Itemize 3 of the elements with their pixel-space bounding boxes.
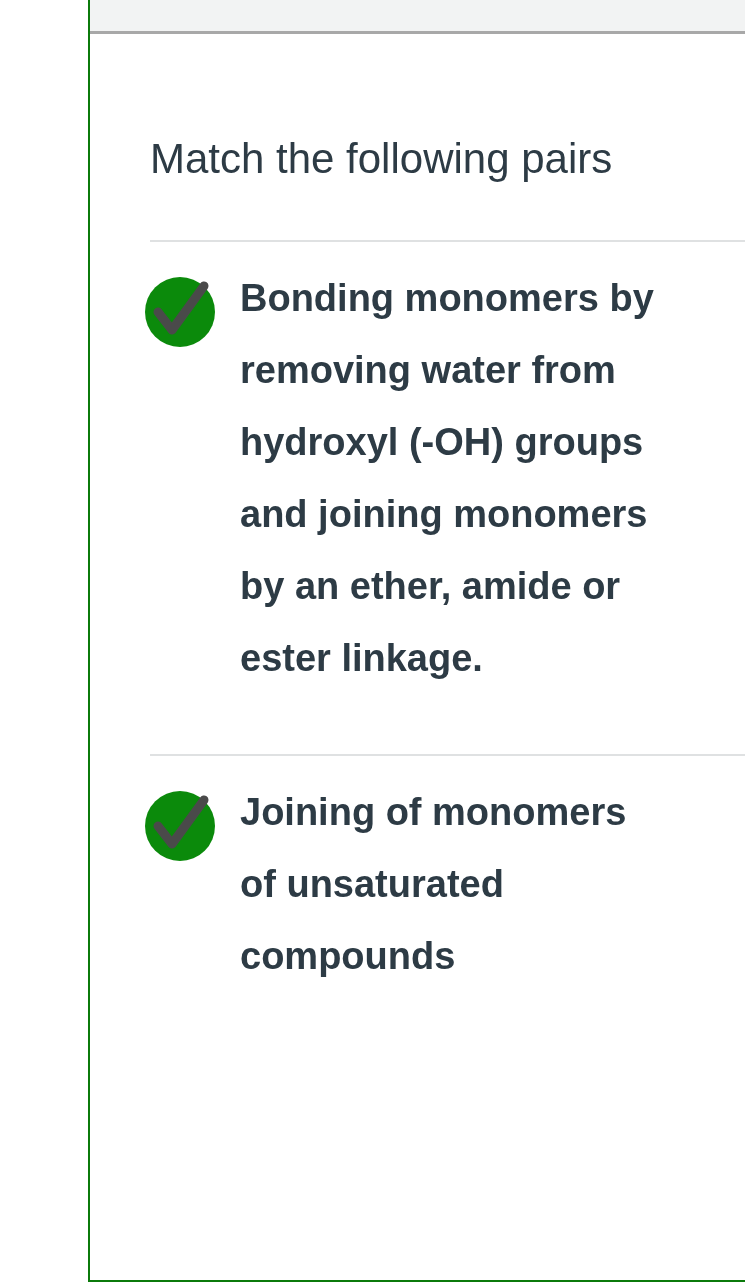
answer-text: Bonding monomers by removing water from hydroxyl (-OH) groups and joining monomers by an ether, amide or ester linkage. [240, 276, 655, 682]
answer-text: Joining of monomers of unsaturated compounds [240, 790, 628, 980]
question-prompt: Match the following pairs [149, 134, 614, 184]
